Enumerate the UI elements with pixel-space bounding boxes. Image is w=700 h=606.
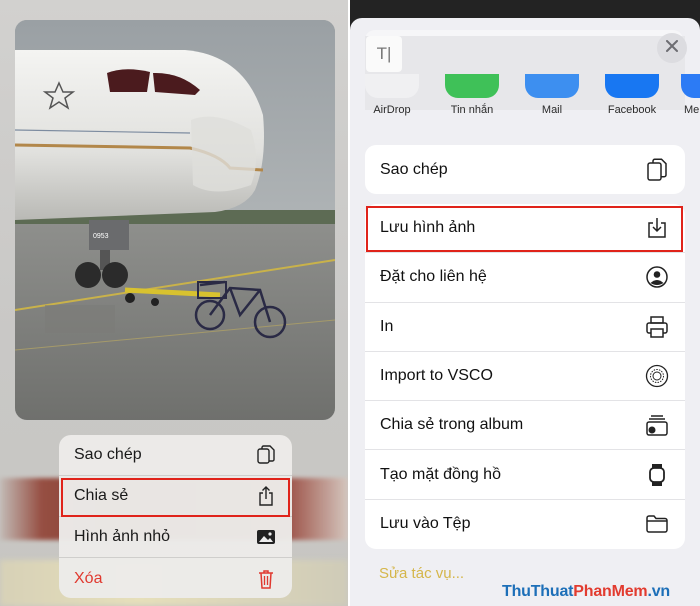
- action-label: Chia sẻ trong album: [380, 416, 524, 434]
- close-icon: [666, 39, 678, 57]
- highlight-box-share: [61, 478, 290, 517]
- action-label: In: [380, 317, 394, 335]
- watermark-part: PhanMem: [573, 583, 648, 600]
- action-label: Import to VSCO: [380, 367, 493, 385]
- action-save-to-files[interactable]: Lưu vào Tệp: [365, 500, 685, 549]
- action-group-main: Lưu hình ảnh Đặt cho liên hệ In Import t…: [365, 204, 685, 550]
- app-label: AirDrop: [373, 104, 411, 116]
- app-mail[interactable]: Mail: [524, 74, 580, 116]
- airdrop-icon: [365, 74, 419, 98]
- messages-icon: [445, 74, 499, 98]
- app-messages[interactable]: Tin nhắn: [444, 74, 500, 116]
- vsco-icon: [645, 364, 669, 388]
- watermark-part: ThuThuat: [502, 583, 574, 600]
- action-print[interactable]: In: [365, 303, 685, 352]
- shared-album-icon: [645, 413, 669, 437]
- printer-icon: [645, 315, 669, 339]
- action-group-copy: Sao chép: [365, 145, 685, 195]
- menu-item-delete[interactable]: Xóa: [59, 558, 292, 598]
- photo-icon: [256, 527, 276, 547]
- app-label: Mail: [541, 104, 563, 116]
- messenger-icon: [681, 74, 700, 98]
- edit-actions-link[interactable]: Sửa tác vụ...: [379, 565, 464, 582]
- mail-icon: [525, 74, 579, 98]
- copy-icon: [645, 158, 669, 182]
- copy-icon: [256, 445, 276, 465]
- action-watch-face[interactable]: Tạo mặt đồng hồ: [365, 450, 685, 500]
- menu-item-copy[interactable]: Sao chép: [59, 435, 292, 476]
- action-copy[interactable]: Sao chép: [365, 145, 685, 194]
- app-label: Me: [684, 104, 700, 116]
- menu-item-label: Sao chép: [74, 446, 142, 463]
- action-label: Tạo mặt đồng hồ: [380, 465, 501, 483]
- action-label: Đặt cho liên hệ: [380, 268, 487, 286]
- menu-item-label: Xóa: [74, 569, 103, 587]
- app-facebook[interactable]: Facebook: [604, 74, 660, 116]
- watermark: ThuThuatPhanMem.vn: [502, 583, 670, 601]
- shared-item-thumbnail: T|: [366, 36, 402, 72]
- app-label: Tin nhắn: [450, 104, 494, 116]
- app-airdrop[interactable]: AirDrop: [364, 74, 420, 116]
- app-label: Facebook: [607, 104, 657, 116]
- contact-icon: [645, 265, 669, 289]
- watch-icon: [645, 463, 669, 487]
- airplane-photo: 0953: [15, 20, 335, 420]
- folder-icon: [645, 512, 669, 536]
- facebook-icon: [605, 74, 659, 98]
- action-assign-contact[interactable]: Đặt cho liên hệ: [365, 253, 685, 303]
- trash-icon: [256, 569, 276, 589]
- action-shared-album[interactable]: Chia sẻ trong album: [365, 401, 685, 451]
- menu-item-label: Hình ảnh nhỏ: [74, 528, 171, 545]
- menu-item-thumbnail[interactable]: Hình ảnh nhỏ: [59, 517, 292, 558]
- share-apps-row: AirDrop Tin nhắn Mail Facebook Me: [350, 74, 700, 124]
- action-import-vsco[interactable]: Import to VSCO: [365, 352, 685, 402]
- watermark-part: .vn: [647, 583, 670, 600]
- action-label: Sao chép: [380, 160, 448, 178]
- highlight-box-save-image: [366, 206, 683, 252]
- app-messenger[interactable]: Me: [680, 74, 700, 116]
- action-label: Lưu vào Tệp: [380, 515, 471, 533]
- svg-text:0953: 0953: [93, 233, 109, 240]
- close-button[interactable]: [657, 33, 687, 63]
